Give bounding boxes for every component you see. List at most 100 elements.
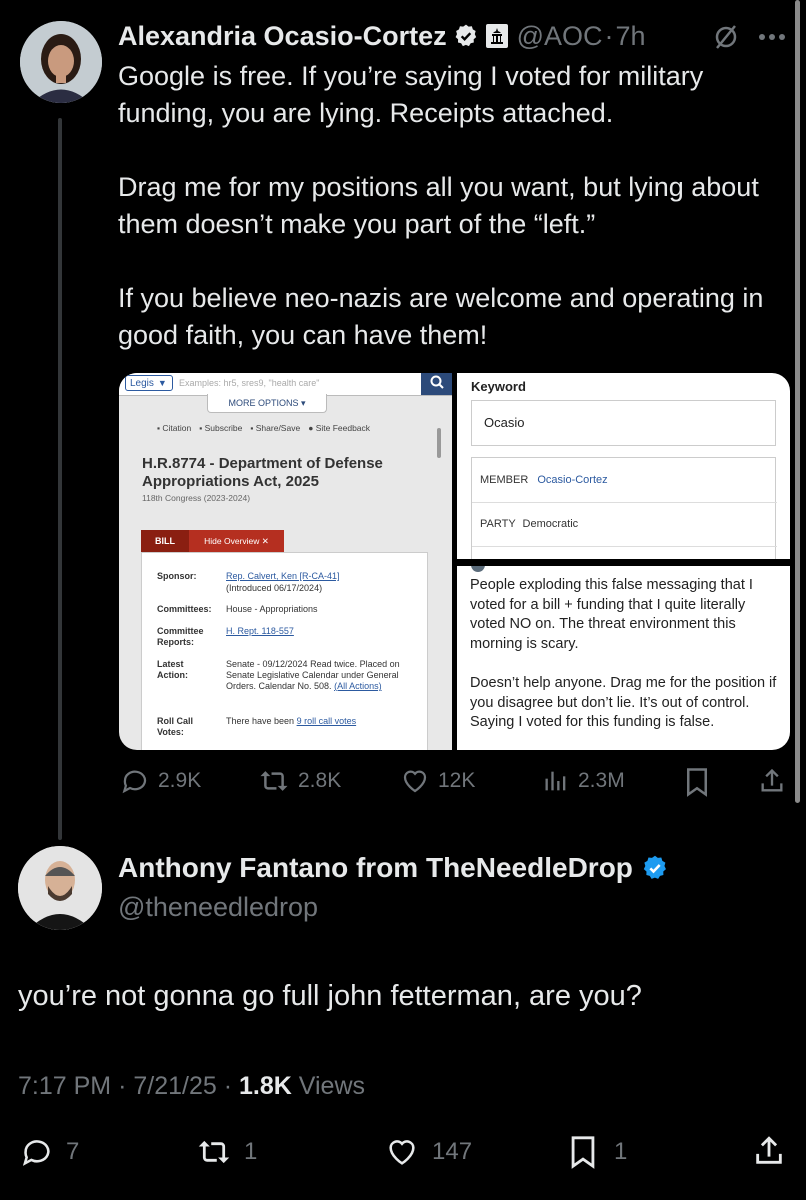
- roll-call-label: Roll Call Votes:: [157, 716, 194, 737]
- reports-link[interactable]: H. Rept. 118-557: [226, 626, 294, 636]
- share-icon[interactable]: [752, 1134, 786, 1168]
- tweet-text: Google is free. If you’re saying I voted…: [118, 61, 764, 350]
- party-row[interactable]: PARTY Democratic: [480, 518, 578, 530]
- repost-icon: [196, 1135, 232, 1169]
- author-name[interactable]: Alexandria Ocasio-Cortez: [118, 21, 447, 52]
- repost-action[interactable]: 2.8K: [258, 766, 341, 796]
- tool-subscribe[interactable]: ▪ Subscribe: [199, 423, 242, 433]
- committees-label: Committees:: [157, 604, 212, 614]
- heart-icon: [384, 1135, 420, 1169]
- capitol-badge-icon: [485, 23, 509, 49]
- search-icon: [430, 375, 444, 394]
- media-grid[interactable]: Legis ▼ Examples: hr5, sres9, "health ca…: [119, 373, 790, 750]
- reports-label: Committee Reports:: [157, 626, 204, 647]
- avatar[interactable]: [20, 21, 102, 103]
- tool-citation[interactable]: ▪ Citation: [157, 423, 191, 433]
- repost-count: 2.8K: [298, 769, 342, 792]
- bill-title: H.R.8774 - Department of Defense Appropr…: [142, 455, 383, 490]
- media-image-keyword[interactable]: Keyword Ocasio MEMBER Ocasio-Cortez PART…: [457, 373, 790, 559]
- repost-action[interactable]: 1: [196, 1135, 257, 1169]
- party-value: Democratic: [522, 518, 579, 530]
- reply-icon: [20, 1135, 54, 1169]
- overview-panel: Sponsor: Rep. Calvert, Ken [R-CA-41] (In…: [141, 552, 428, 750]
- separator: ·: [604, 20, 614, 51]
- reply-date[interactable]: 7/21/25: [133, 1072, 216, 1100]
- keyword-input-value: Ocasio: [484, 415, 525, 430]
- like-count: 12K: [438, 769, 476, 792]
- reply-views-count: 1.8K: [239, 1072, 292, 1100]
- reply-text: you’re not gonna go full john fetterman,…: [18, 980, 642, 1012]
- roll-call-value: There have been 9 roll call votes: [226, 716, 357, 726]
- bookmark-icon: [568, 1135, 598, 1169]
- committees-value: House - Appropriations: [226, 604, 318, 614]
- page-scrollbar[interactable]: [437, 428, 441, 458]
- sponsor-label: Sponsor:: [157, 571, 197, 581]
- reply-action[interactable]: 7: [20, 1135, 79, 1169]
- tweet-time[interactable]: 7h: [616, 21, 646, 52]
- tool-feedback[interactable]: ● Site Feedback: [308, 423, 370, 433]
- views-action[interactable]: 2.3M: [542, 766, 625, 796]
- legis-toolbar: ▪ Citation ▪ Subscribe ▪ Share/Save ● Si…: [157, 423, 370, 433]
- like-action[interactable]: 12K: [400, 766, 475, 796]
- member-label: MEMBER: [480, 474, 529, 486]
- latest-action-label: Latest Action:: [157, 659, 188, 680]
- verified-badge-icon: [641, 854, 669, 882]
- party-label: PARTY: [480, 518, 516, 530]
- keyword-input[interactable]: Ocasio: [471, 400, 776, 446]
- heart-icon: [400, 766, 430, 796]
- reply-action[interactable]: 2.9K: [120, 766, 201, 796]
- repost-count: 1: [244, 1138, 258, 1165]
- reply-count: 2.9K: [158, 769, 202, 792]
- roll-call-link[interactable]: 9 roll call votes: [297, 716, 357, 726]
- more-icon[interactable]: [758, 33, 786, 41]
- verified-badge-icon: [453, 23, 479, 49]
- reply-handle[interactable]: @theneedledrop: [118, 892, 318, 923]
- reply-views-label: Views: [298, 1072, 366, 1100]
- chevron-down-icon: ▼: [157, 378, 167, 388]
- repost-icon: [258, 766, 290, 796]
- reply-meta: 7:17 PM · 7/21/25 · 1.8K Views: [18, 1072, 365, 1101]
- views-count: 2.3M: [578, 769, 625, 792]
- quote-paragraph-1: People exploding this false messaging th…: [470, 577, 753, 652]
- sponsor-introduced: (Introduced 06/17/2024): [226, 583, 323, 593]
- quote-paragraph-2: Doesn’t help anyone. Drag me for the pos…: [470, 675, 777, 730]
- grok-icon[interactable]: [712, 23, 740, 51]
- quote-avatar: [471, 566, 485, 572]
- legis-brand: Legis: [130, 377, 154, 389]
- separator: ·: [223, 1072, 233, 1100]
- media-image-bill[interactable]: Legis ▼ Examples: hr5, sres9, "health ca…: [119, 373, 452, 750]
- like-action[interactable]: 147: [384, 1135, 472, 1169]
- reply-icon: [120, 766, 150, 796]
- reply-time[interactable]: 7:17 PM: [18, 1072, 111, 1100]
- analytics-icon: [542, 766, 570, 796]
- thread-connector-line: [58, 118, 62, 840]
- member-row[interactable]: MEMBER Ocasio-Cortez: [480, 474, 608, 486]
- filter-table: MEMBER Ocasio-Cortez PARTY Democratic: [471, 457, 777, 559]
- search-button[interactable]: [421, 373, 452, 395]
- all-actions-link[interactable]: (All Actions): [334, 681, 382, 691]
- avatar[interactable]: [18, 846, 102, 930]
- share-icon[interactable]: [758, 766, 786, 796]
- author-handle[interactable]: @AOC: [517, 21, 603, 52]
- reply-count: 7: [66, 1138, 80, 1165]
- bookmark-icon[interactable]: [684, 767, 710, 797]
- sponsor-link[interactable]: Rep. Calvert, Ken [R-CA-41]: [226, 571, 340, 581]
- bookmark-count: 1: [614, 1138, 628, 1165]
- media-image-quote[interactable]: People exploding this false messaging th…: [457, 566, 790, 750]
- tab-hide-overview[interactable]: Hide Overview ✕: [189, 530, 284, 552]
- keyword-label: Keyword: [471, 379, 526, 394]
- legis-search-input[interactable]: Examples: hr5, sres9, "health care": [179, 375, 419, 391]
- reply-author-name[interactable]: Anthony Fantano from TheNeedleDrop: [118, 852, 633, 884]
- reply-author: Anthony Fantano from TheNeedleDrop: [118, 852, 669, 884]
- latest-action-value: Senate - 09/12/2024 Read twice. Placed o…: [226, 659, 400, 691]
- member-value: Ocasio-Cortez: [537, 474, 608, 486]
- bookmark-action[interactable]: 1: [568, 1135, 627, 1169]
- more-options-label: MORE OPTIONS: [228, 398, 299, 408]
- tweet-header: Alexandria Ocasio-Cortez @AOC · 7h: [118, 18, 646, 54]
- more-options-button[interactable]: MORE OPTIONS ▾: [207, 394, 327, 413]
- like-count: 147: [432, 1138, 473, 1165]
- bill-congress: 118th Congress (2023-2024): [142, 493, 251, 503]
- tool-share[interactable]: ▪ Share/Save: [250, 423, 300, 433]
- separator: ·: [118, 1072, 127, 1100]
- tab-bill[interactable]: BILL: [141, 530, 189, 552]
